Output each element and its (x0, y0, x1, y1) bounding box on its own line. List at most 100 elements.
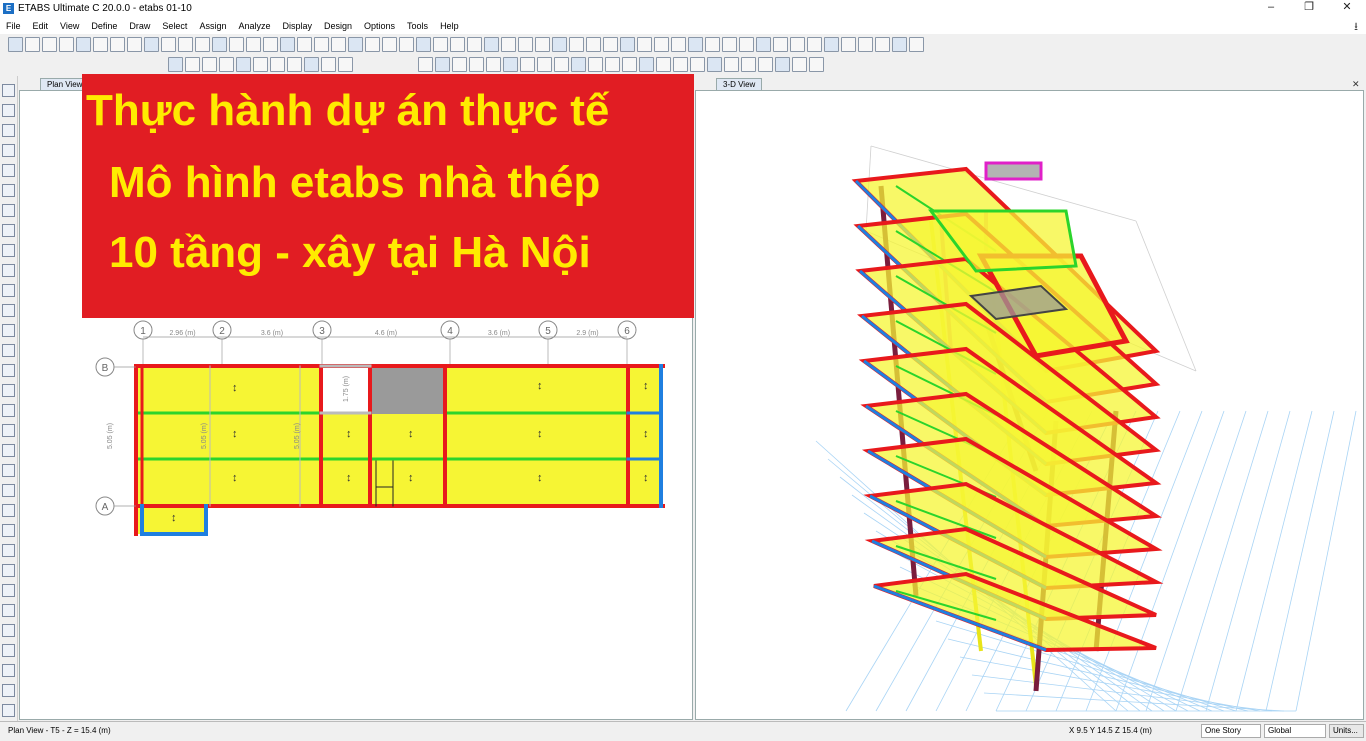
toolbar-tool-icon[interactable] (219, 57, 234, 72)
toolbar-tool-icon[interactable] (348, 37, 363, 52)
draw-tool-icon[interactable] (2, 364, 15, 377)
toolbar-tool-icon[interactable] (127, 37, 142, 52)
draw-tool-icon[interactable] (2, 684, 15, 697)
draw-tool-icon[interactable] (2, 144, 15, 157)
toolbar-tool-icon[interactable] (365, 37, 380, 52)
restore-button[interactable]: ❐ (1290, 0, 1328, 17)
menu-design[interactable]: Design (318, 21, 358, 31)
menu-select[interactable]: Select (156, 21, 193, 31)
menu-help[interactable]: Help (434, 21, 465, 31)
toolbar-tool-icon[interactable] (739, 37, 754, 52)
toolbar-tool-icon[interactable] (673, 57, 688, 72)
toolbar-tool-icon[interactable] (270, 57, 285, 72)
toolbar-tool-icon[interactable] (144, 37, 159, 52)
toolbar-tool-icon[interactable] (824, 37, 839, 52)
toolbar-tool-icon[interactable] (246, 37, 261, 52)
toolbar-tool-icon[interactable] (110, 37, 125, 52)
menu-analyze[interactable]: Analyze (232, 21, 276, 31)
close-button[interactable]: ✕ (1328, 0, 1366, 17)
toolbar-tool-icon[interactable] (724, 57, 739, 72)
draw-tool-icon[interactable] (2, 164, 15, 177)
toolbar-tool-icon[interactable] (168, 57, 183, 72)
toolbar-tool-icon[interactable] (892, 37, 907, 52)
draw-tool-icon[interactable] (2, 84, 15, 97)
menu-assign[interactable]: Assign (193, 21, 232, 31)
toolbar-tool-icon[interactable] (775, 57, 790, 72)
menu-display[interactable]: Display (276, 21, 318, 31)
toolbar-tool-icon[interactable] (569, 37, 584, 52)
toolbar-tool-icon[interactable] (229, 37, 244, 52)
draw-tool-icon[interactable] (2, 224, 15, 237)
toolbar-tool-icon[interactable] (552, 37, 567, 52)
toolbar-tool-icon[interactable] (314, 37, 329, 52)
toolbar-tool-icon[interactable] (450, 37, 465, 52)
roof-slab[interactable] (984, 161, 1043, 181)
toolbar-tool-icon[interactable] (25, 37, 40, 52)
draw-tool-icon[interactable] (2, 464, 15, 477)
draw-tool-icon[interactable] (2, 544, 15, 557)
close-3d-view-icon[interactable]: ✕ (1352, 79, 1360, 90)
toolbar-tool-icon[interactable] (620, 37, 635, 52)
toolbar-tool-icon[interactable] (603, 37, 618, 52)
3d-view-canvas[interactable] (696, 91, 1363, 719)
toolbar-tool-icon[interactable] (486, 57, 501, 72)
draw-tool-icon[interactable] (2, 564, 15, 577)
toolbar-tool-icon[interactable] (622, 57, 637, 72)
toolbar-tool-icon[interactable] (875, 37, 890, 52)
toolbar-tool-icon[interactable] (722, 37, 737, 52)
toolbar-tool-icon[interactable] (841, 37, 856, 52)
toolbar-tool-icon[interactable] (467, 37, 482, 52)
toolbar-tool-icon[interactable] (435, 57, 450, 72)
toolbar-tool-icon[interactable] (331, 37, 346, 52)
menu-define[interactable]: Define (85, 21, 123, 31)
toolbar-tool-icon[interactable] (520, 57, 535, 72)
toolbar-tool-icon[interactable] (741, 57, 756, 72)
draw-tool-icon[interactable] (2, 344, 15, 357)
toolbar-tool-icon[interactable] (178, 37, 193, 52)
toolbar-tool-icon[interactable] (93, 37, 108, 52)
toolbar-tool-icon[interactable] (236, 57, 251, 72)
toolbar-tool-icon[interactable] (280, 37, 295, 52)
draw-tool-icon[interactable] (2, 324, 15, 337)
draw-tool-icon[interactable] (2, 604, 15, 617)
toolbar-tool-icon[interactable] (416, 37, 431, 52)
draw-tool-icon[interactable] (2, 524, 15, 537)
toolbar-tool-icon[interactable] (554, 57, 569, 72)
draw-tool-icon[interactable] (2, 304, 15, 317)
toolbar-tool-icon[interactable] (418, 57, 433, 72)
toolbar-tool-icon[interactable] (571, 57, 586, 72)
tab-3d-view[interactable]: 3-D View (716, 78, 763, 90)
toolbar-tool-icon[interactable] (656, 57, 671, 72)
toolbar-tool-icon[interactable] (433, 37, 448, 52)
coordsys-select[interactable]: Global (1264, 724, 1326, 738)
menu-tools[interactable]: Tools (401, 21, 434, 31)
draw-tool-icon[interactable] (2, 284, 15, 297)
toolbar-tool-icon[interactable] (501, 37, 516, 52)
toolbar-tool-icon[interactable] (537, 57, 552, 72)
toolbar-tool-icon[interactable] (758, 57, 773, 72)
draw-tool-icon[interactable] (2, 404, 15, 417)
toolbar-tool-icon[interactable] (185, 57, 200, 72)
toolbar-tool-icon[interactable] (59, 37, 74, 52)
toolbar-tool-icon[interactable] (637, 37, 652, 52)
toolbar-tool-icon[interactable] (809, 57, 824, 72)
toolbar-tool-icon[interactable] (202, 57, 217, 72)
menu-options[interactable]: Options (358, 21, 401, 31)
toolbar-tool-icon[interactable] (605, 57, 620, 72)
toolbar-tool-icon[interactable] (469, 57, 484, 72)
3d-view-pane[interactable] (695, 90, 1364, 720)
toolbar-tool-icon[interactable] (518, 37, 533, 52)
draw-tool-icon[interactable] (2, 264, 15, 277)
toolbar-tool-icon[interactable] (8, 37, 23, 52)
draw-tool-icon[interactable] (2, 384, 15, 397)
toolbar-tool-icon[interactable] (338, 57, 353, 72)
menu-edit[interactable]: Edit (27, 21, 55, 31)
draw-tool-icon[interactable] (2, 484, 15, 497)
toolbar-tool-icon[interactable] (790, 37, 805, 52)
menu-file[interactable]: File (0, 21, 27, 31)
draw-tool-icon[interactable] (2, 244, 15, 257)
toolbar-tool-icon[interactable] (161, 37, 176, 52)
draw-tool-icon[interactable] (2, 584, 15, 597)
minimize-button[interactable]: – (1252, 0, 1290, 17)
draw-tool-icon[interactable] (2, 624, 15, 637)
